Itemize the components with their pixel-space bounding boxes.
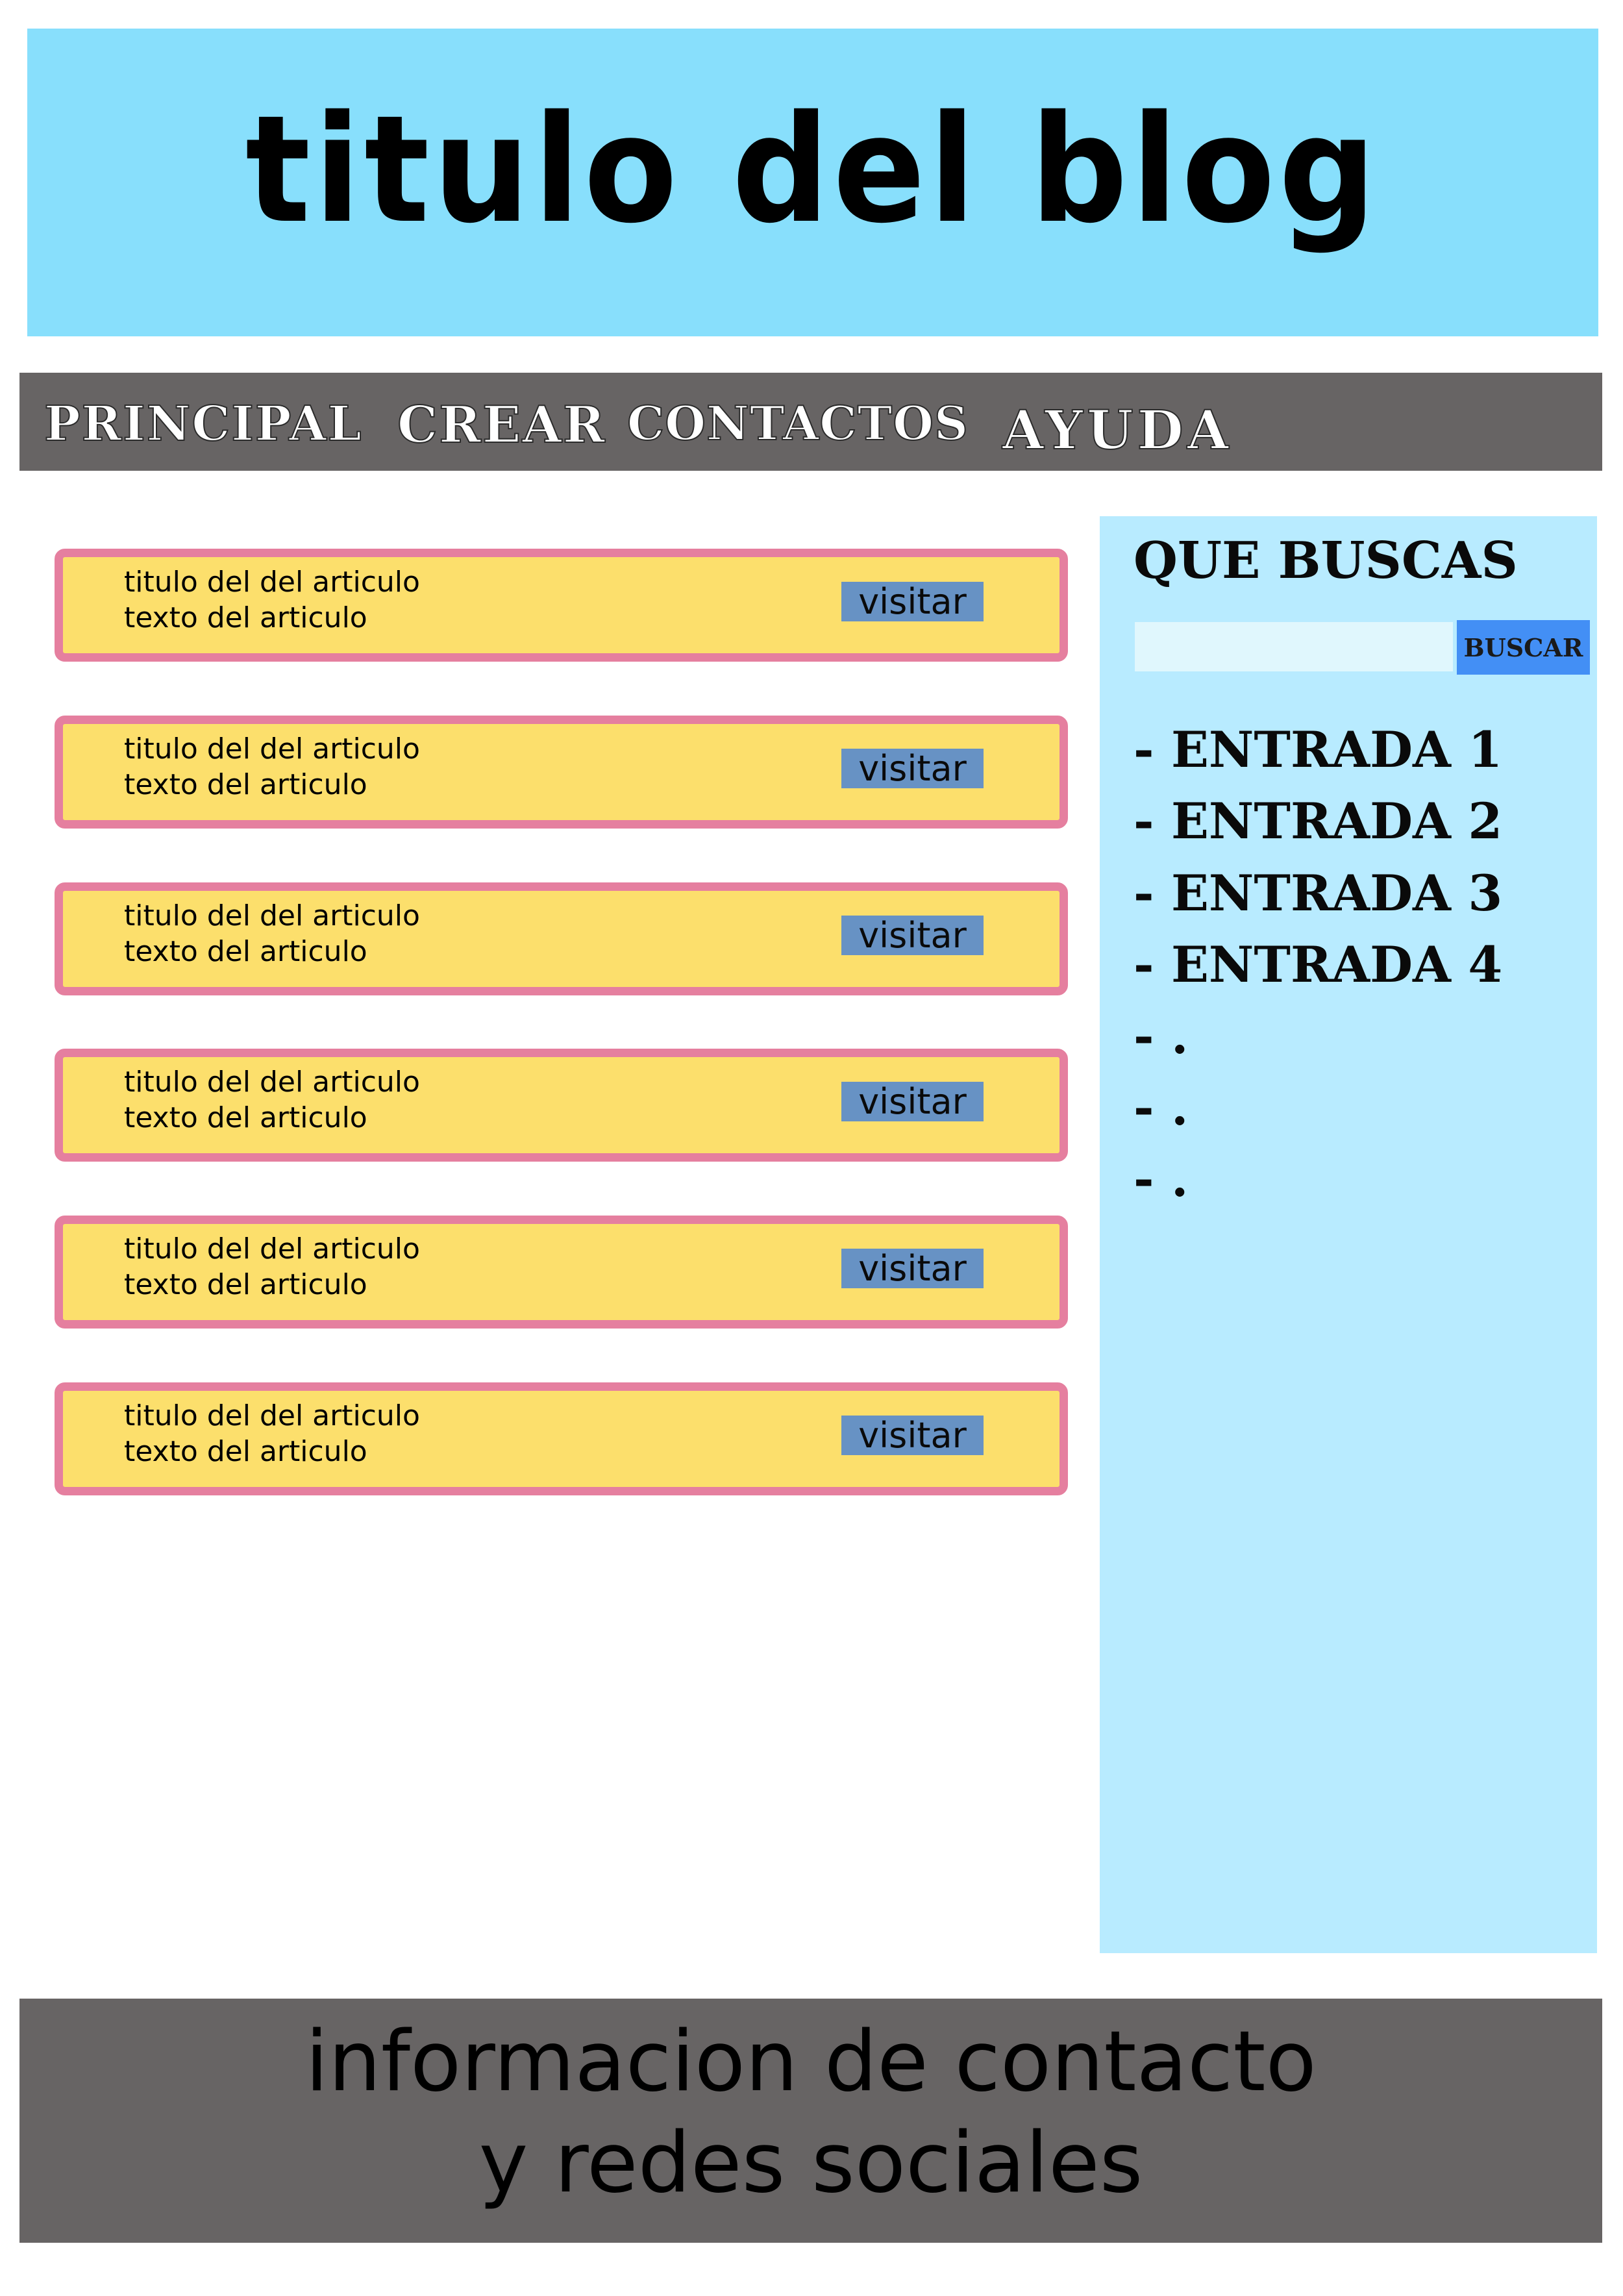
article-text: texto del articulo [124, 935, 367, 968]
article-text: texto del articulo [124, 1268, 367, 1301]
article-title: titulo del del articulo [124, 1066, 420, 1099]
article-card: titulo del del articulo texto del articu… [55, 1049, 1068, 1162]
blog-title: titulo del blog [245, 83, 1380, 256]
blog-header: titulo del blog [27, 29, 1598, 336]
article-text: texto del articulo [124, 601, 367, 634]
visit-button[interactable]: visitar [841, 582, 984, 621]
article-title: titulo del del articulo [124, 1399, 420, 1432]
article-card: titulo del del articulo texto del articu… [55, 549, 1068, 662]
visit-button[interactable]: visitar [841, 1249, 984, 1288]
visit-button[interactable]: visitar [841, 1082, 984, 1121]
article-text: texto del articulo [124, 1435, 367, 1468]
footer-line-2: y redes sociales [478, 2115, 1143, 2212]
article-title: titulo del del articulo [124, 1232, 420, 1266]
nav-item-contactos[interactable]: CONTACTOS [626, 399, 969, 447]
sidebar-entry[interactable]: - . [1134, 1154, 1188, 1204]
article-card: titulo del del articulo texto del articu… [55, 1216, 1068, 1329]
article-card: titulo del del articulo texto del articu… [55, 1382, 1068, 1495]
visit-button[interactable]: visitar [841, 1416, 984, 1455]
nav-item-ayuda[interactable]: AYUDA [1002, 403, 1232, 458]
search-sidebar: QUE BUSCAS BUSCAR - ENTRADA 1 - ENTRADA … [1100, 516, 1597, 1953]
sidebar-entry[interactable]: - ENTRADA 3 [1134, 869, 1502, 918]
article-title: titulo del del articulo [124, 899, 420, 932]
article-title: titulo del del articulo [124, 566, 420, 599]
sidebar-entry[interactable]: - ENTRADA 1 [1134, 725, 1502, 775]
sidebar-heading: QUE BUSCAS [1134, 531, 1518, 590]
sidebar-entry[interactable]: - ENTRADA 4 [1134, 940, 1502, 990]
main-nav: PRINCIPAL CREAR CONTACTOS AYUDA [19, 373, 1602, 471]
article-title: titulo del del articulo [124, 732, 420, 766]
contact-footer: informacion de contacto y redes sociales [19, 1999, 1602, 2243]
footer-line-1: informacion de contacto [305, 2014, 1317, 2110]
search-button[interactable]: BUSCAR [1457, 620, 1590, 675]
sidebar-entry[interactable]: - . [1134, 1083, 1188, 1132]
sidebar-entry[interactable]: - ENTRADA 2 [1134, 797, 1502, 846]
article-card: titulo del del articulo texto del articu… [55, 716, 1068, 829]
visit-button[interactable]: visitar [841, 916, 984, 955]
article-text: texto del articulo [124, 768, 367, 801]
article-text: texto del articulo [124, 1101, 367, 1134]
nav-item-crear[interactable]: CREAR [397, 399, 606, 451]
nav-item-principal[interactable]: PRINCIPAL [43, 399, 363, 449]
visit-button[interactable]: visitar [841, 749, 984, 788]
article-card: titulo del del articulo texto del articu… [55, 882, 1068, 995]
search-input[interactable] [1135, 622, 1453, 671]
sidebar-entry[interactable]: - . [1134, 1012, 1188, 1061]
